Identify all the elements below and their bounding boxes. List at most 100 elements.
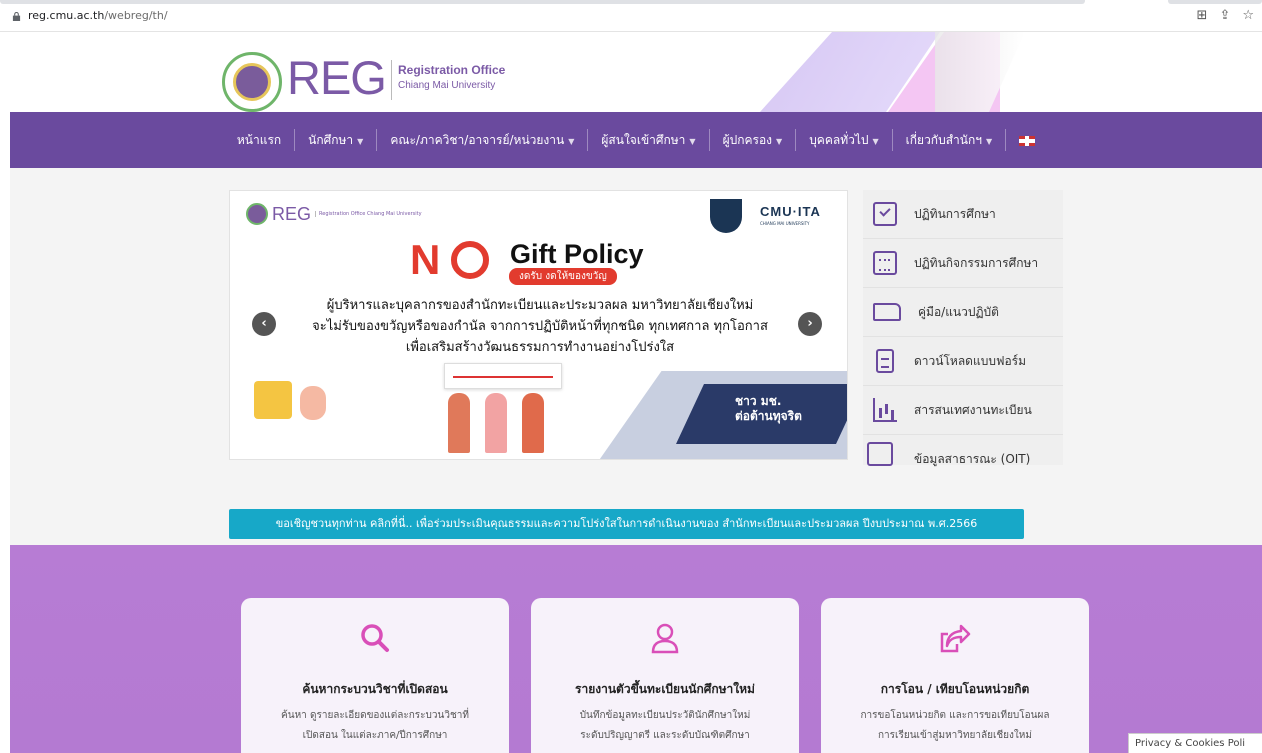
quicklink-label: ปฏิทินกิจกรรมการศึกษา [914,255,1039,270]
card-title: การโอน / เทียบโอนหน่วยกิต [880,682,1030,696]
quicklink-registration-info[interactable]: สารสนเทศงานทะเบียน [863,386,1063,435]
windows-icon [867,441,897,472]
url-host: reg.cmu.ac.th [28,9,105,22]
url-path: /webreg/th/ [104,9,168,22]
refusing-hand-icon [300,386,326,420]
nav-item-language[interactable] [1006,129,1048,151]
cmu-ita-subtitle: CHIANG MAI UNIVERSITY [760,221,810,226]
card-desc-line: ระดับปริญญาตรี และระดับบัณฑิตศึกษา [580,730,750,741]
message-line: จะไม่รับของขวัญหรือของกำนัล จากการปฏิบัต… [312,319,768,334]
chevron-down-icon: ▼ [872,137,879,146]
quicklink-manuals[interactable]: คู่มือ/แนวปฏิบัติ [863,288,1063,337]
share-icon [940,624,971,653]
nav-label: ผู้ปกครอง [722,133,773,147]
sign-line: ต่อต้านทุจริต [735,409,802,423]
quicklink-label: ข้อมูลสาธารณะ (OIT) [914,452,1031,466]
nav-item-home[interactable]: หน้าแรก [224,129,296,151]
card-title: รายงานตัวขึ้นทะเบียนนักศึกษาใหม่ [575,682,755,696]
search-icon [361,624,389,652]
nav-label: ผู้สนใจเข้าศึกษา [601,133,686,147]
announcement-carousel[interactable]: REG Registration Office Chiang Mai Unive… [229,190,848,460]
nav-item-parents[interactable]: ผู้ปกครอง ▼ [710,129,797,151]
nav-label: เกี่ยวกับสำนักฯ [905,133,982,147]
no-gift-prohibited-icon [451,241,489,279]
nav-item-students[interactable]: นักศึกษา ▼ [295,129,378,151]
calendar-check-icon [873,202,897,226]
url-field[interactable]: reg.cmu.ac.th/webreg/th/ [28,9,168,22]
logo-subtitle-office: Registration Office [398,63,506,77]
card-credit-transfer[interactable]: การโอน / เทียบโอนหน่วยกิต การขอโอนหน่วยก… [821,598,1089,753]
chevron-down-icon: ▼ [985,137,993,146]
card-description: การขอโอนหน่วยกิต และการขอเทียบโอนผล การเ… [835,706,1075,746]
card-desc-line: การขอโอนหน่วยกิต และการขอเทียบโอนผล [860,710,1050,721]
browser-actions: ⊞ ⇪ ☆ [1197,8,1254,23]
logo-subtitle-university: Chiang Mai University [398,80,496,91]
nav-item-prospective[interactable]: ผู้สนใจเข้าศึกษา ▼ [588,129,710,151]
card-desc-line: บันทึกข้อมูลทะเบียนประวัตินักศึกษาใหม่ [579,710,751,721]
privacy-cookies-button[interactable]: Privacy & Cookies Poli [1128,733,1262,753]
quicklink-label: สารสนเทศงานทะเบียน [914,402,1032,417]
nav-label: คณะ/ภาควิชา/อาจารย์/หน่วยงาน [390,133,565,147]
quicklink-activity-calendar[interactable]: ปฏิทินกิจกรรมการศึกษา [863,239,1063,288]
card-title: ค้นหากระบวนวิชาที่เปิดสอน [302,682,448,696]
quicklink-label: ปฏิทินการศึกษา [914,206,996,221]
document-icon [876,349,894,373]
site-header: REG Registration Office Chiang Mai Unive… [0,32,1262,112]
chevron-down-icon: ▼ [568,137,575,146]
carousel-prev-button[interactable]: ‹ [252,312,276,336]
logo-divider [391,60,392,100]
lock-icon [12,12,21,21]
message-line: ผู้บริหารและบุคลากรของสำนักทะเบียนและประ… [326,298,754,313]
reg-logo-text[interactable]: REG [287,54,387,101]
nav-label: บุคคลทั่วไป [809,133,869,147]
cmu-seal-icon [246,203,268,225]
child-illustration [522,393,544,453]
card-course-search[interactable]: ค้นหากระบวนวิชาที่เปิดสอน ค้นหา ดูรายละเ… [241,598,509,753]
user-icon [651,623,679,654]
carousel-reg-subtitle: Registration Office Chiang Mai Universit… [315,211,422,217]
share-page-icon[interactable]: ⇪ [1219,8,1230,23]
carousel-message: ผู้บริหารและบุคลากรของสำนักทะเบียนและประ… [270,295,810,358]
quicklink-public-info[interactable]: ข้อมูลสาธารณะ (OIT) [863,435,1063,484]
ita-survey-link[interactable]: ขอเชิญชวนทุกท่าน คลิกที่นี่.. เพื่อร่วมป… [229,509,1024,539]
quicklink-download-forms[interactable]: ดาวน์โหลดแบบฟอร์ม [863,337,1063,386]
chevron-down-icon: ▼ [357,137,364,146]
translate-icon[interactable]: ⊞ [1197,8,1208,23]
cmu-seal-logo[interactable] [222,52,282,112]
gift-box-icon [254,381,292,419]
card-new-student-registration[interactable]: รายงานตัวขึ้นทะเบียนนักศึกษาใหม่ บันทึกข… [531,598,799,753]
nav-label: หน้าแรก [236,133,282,147]
card-desc-line: ค้นหา ดูรายละเอียดของแต่ละกระบวนวิชาที่ [281,710,469,721]
message-line: เพื่อเสริมสร้างวัฒนธรรมการทำงานอย่างโปร่… [405,340,675,355]
carousel-reg-logo: REG Registration Office Chiang Mai Unive… [246,203,422,225]
gift-policy-title: Gift Policy [510,239,644,269]
gift-banner-illustration [444,363,562,389]
anti-corruption-text: ชาว มช. ต่อต้านทุจริต [735,394,802,424]
child-illustration [485,393,507,453]
folder-icon [873,303,901,321]
card-desc-line: เปิดสอน ในแต่ละภาค/ปีการศึกษา [302,730,448,741]
tab-strip-right [1168,0,1262,4]
cmu-ita-badge-icon [710,199,742,233]
bookmark-star-icon[interactable]: ☆ [1242,8,1254,23]
carousel-next-button[interactable]: › [798,312,822,336]
browser-address-bar: reg.cmu.ac.th/webreg/th/ ⊞ ⇪ ☆ [0,0,1262,32]
card-desc-line: การเรียนเข้าสู่มหาวิทยาลัยเชียงใหม่ [878,730,1032,741]
chevron-down-icon: ▼ [776,137,783,146]
no-gift-letter: N [410,236,441,283]
quicklink-academic-calendar[interactable]: ปฏิทินการศึกษา [863,190,1063,239]
cmu-ita-title: CMU·ITA [760,204,821,219]
main-nav: หน้าแรก นักศึกษา ▼ คณะ/ภาควิชา/อาจารย์/หน… [10,112,1262,168]
uk-flag-icon [1019,135,1036,146]
calendar-icon [873,251,897,275]
quick-links: ปฏิทินการศึกษา ปฏิทินกิจกรรมการศึกษา คู่… [863,190,1063,466]
chevron-down-icon: ▼ [689,137,696,146]
quicklink-label: ดาวน์โหลดแบบฟอร์ม [914,353,1027,368]
header-decoration-grey [935,32,1025,112]
nav-item-about[interactable]: เกี่ยวกับสำนักฯ ▼ [893,129,1007,151]
nav-item-faculty[interactable]: คณะ/ภาควิชา/อาจารย์/หน่วยงาน ▼ [377,129,589,151]
quicklink-label: คู่มือ/แนวปฏิบัติ [918,304,999,319]
nav-label: นักศึกษา [308,133,354,147]
tab-strip [0,0,1085,4]
nav-item-public[interactable]: บุคคลทั่วไป ▼ [796,129,893,151]
